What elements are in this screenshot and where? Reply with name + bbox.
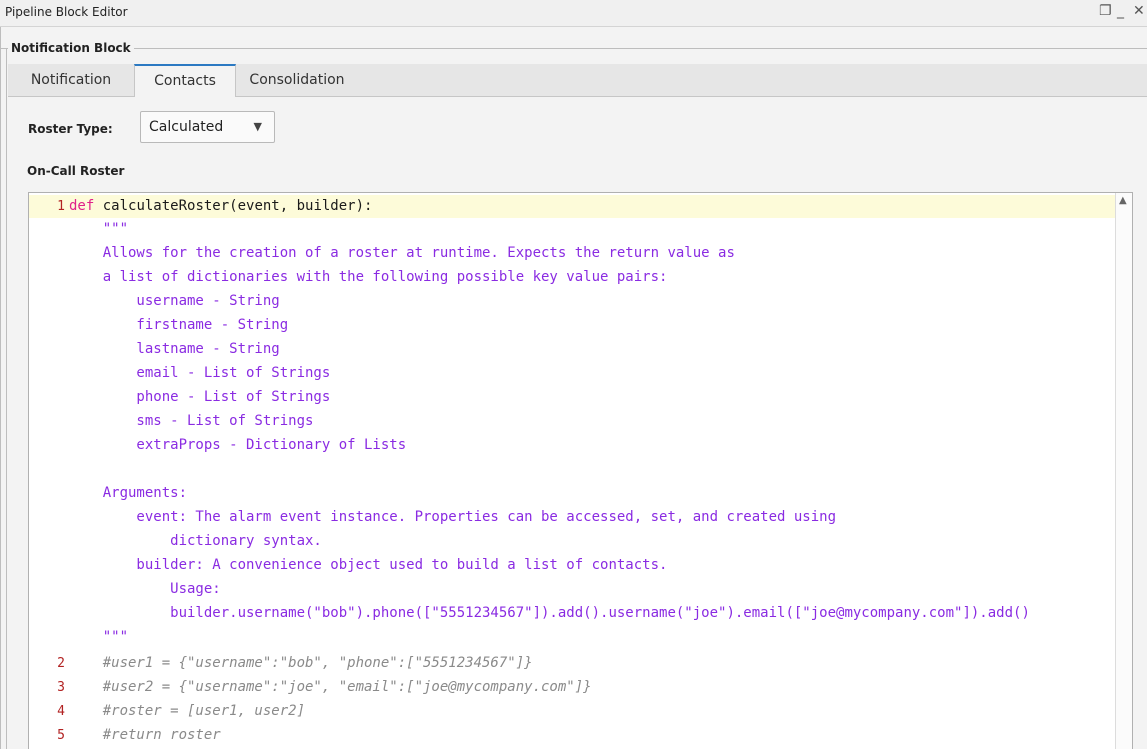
docstring-line: builder.username("bob").phone(["55512345… bbox=[69, 605, 1030, 621]
docstring-line: event: The alarm event instance. Propert… bbox=[69, 509, 837, 525]
docstring-line: email - List of Strings bbox=[69, 365, 331, 381]
docstring-line: Arguments: bbox=[69, 485, 188, 501]
keyword-def: def bbox=[69, 198, 95, 214]
function-signature: calculateRoster(event, builder): bbox=[94, 198, 373, 214]
line-number: 2 bbox=[57, 656, 65, 671]
restore-icon[interactable]: ❐ bbox=[1099, 3, 1112, 19]
docstring-line: firstname - String bbox=[69, 317, 289, 333]
docstring-line: Allows for the creation of a roster at r… bbox=[69, 245, 735, 261]
docstring-line: lastname - String bbox=[69, 341, 280, 357]
line-number: 3 bbox=[57, 680, 65, 695]
docstring-line: sms - List of Strings bbox=[69, 413, 314, 429]
docstring-line: Usage: bbox=[69, 581, 221, 597]
comment-line: #return roster bbox=[69, 727, 221, 743]
roster-type-label: Roster Type: bbox=[28, 122, 113, 136]
docstring-line: extraProps - Dictionary of Lists bbox=[69, 437, 407, 453]
comment-line: #roster = [user1, user2] bbox=[69, 703, 306, 719]
group-border bbox=[0, 48, 1147, 49]
chevron-down-icon: ▼ bbox=[253, 120, 262, 133]
docstring-line: username - String bbox=[69, 293, 280, 309]
line-number: 1 bbox=[57, 199, 65, 214]
docstring-line: builder: A convenience object used to bu… bbox=[69, 557, 668, 573]
docstring-line: """ bbox=[69, 629, 129, 645]
docstring-line: """ bbox=[69, 221, 129, 237]
docstring-line: phone - List of Strings bbox=[69, 389, 331, 405]
code-editor[interactable]: 1 def calculateRoster(event, builder): "… bbox=[28, 192, 1133, 749]
minimize-icon[interactable]: _ bbox=[1117, 3, 1124, 19]
close-icon[interactable]: ✕ bbox=[1133, 3, 1145, 19]
tab-consolidation[interactable]: Consolidation bbox=[235, 64, 359, 96]
tab-notification[interactable]: Notification bbox=[8, 64, 134, 96]
roster-type-value: Calculated bbox=[149, 119, 224, 135]
line-number: 5 bbox=[57, 728, 65, 743]
comment-line: #user2 = {"username":"joe", "email":["jo… bbox=[69, 679, 592, 695]
tab-contacts[interactable]: Contacts bbox=[134, 64, 236, 97]
docstring-line: a list of dictionaries with the followin… bbox=[69, 269, 668, 285]
tab-bar: Notification Contacts Consolidation bbox=[8, 64, 1147, 97]
group-border-left bbox=[6, 48, 7, 749]
window-titlebar: Pipeline Block Editor ❐ _ ✕ bbox=[0, 0, 1147, 27]
docstring-line: dictionary syntax. bbox=[69, 533, 322, 549]
group-title: Notification Block bbox=[8, 41, 134, 55]
roster-type-select[interactable]: Calculated ▼ bbox=[140, 111, 275, 143]
on-call-roster-label: On-Call Roster bbox=[27, 164, 125, 178]
code-line: def calculateRoster(event, builder): bbox=[69, 195, 372, 218]
line-number: 4 bbox=[57, 704, 65, 719]
comment-line: #user1 = {"username":"bob", "phone":["55… bbox=[69, 655, 533, 671]
window-title: Pipeline Block Editor bbox=[5, 5, 128, 19]
scroll-up-icon[interactable]: ▲ bbox=[1119, 195, 1127, 206]
vertical-scrollbar[interactable]: ▲ bbox=[1115, 193, 1132, 749]
